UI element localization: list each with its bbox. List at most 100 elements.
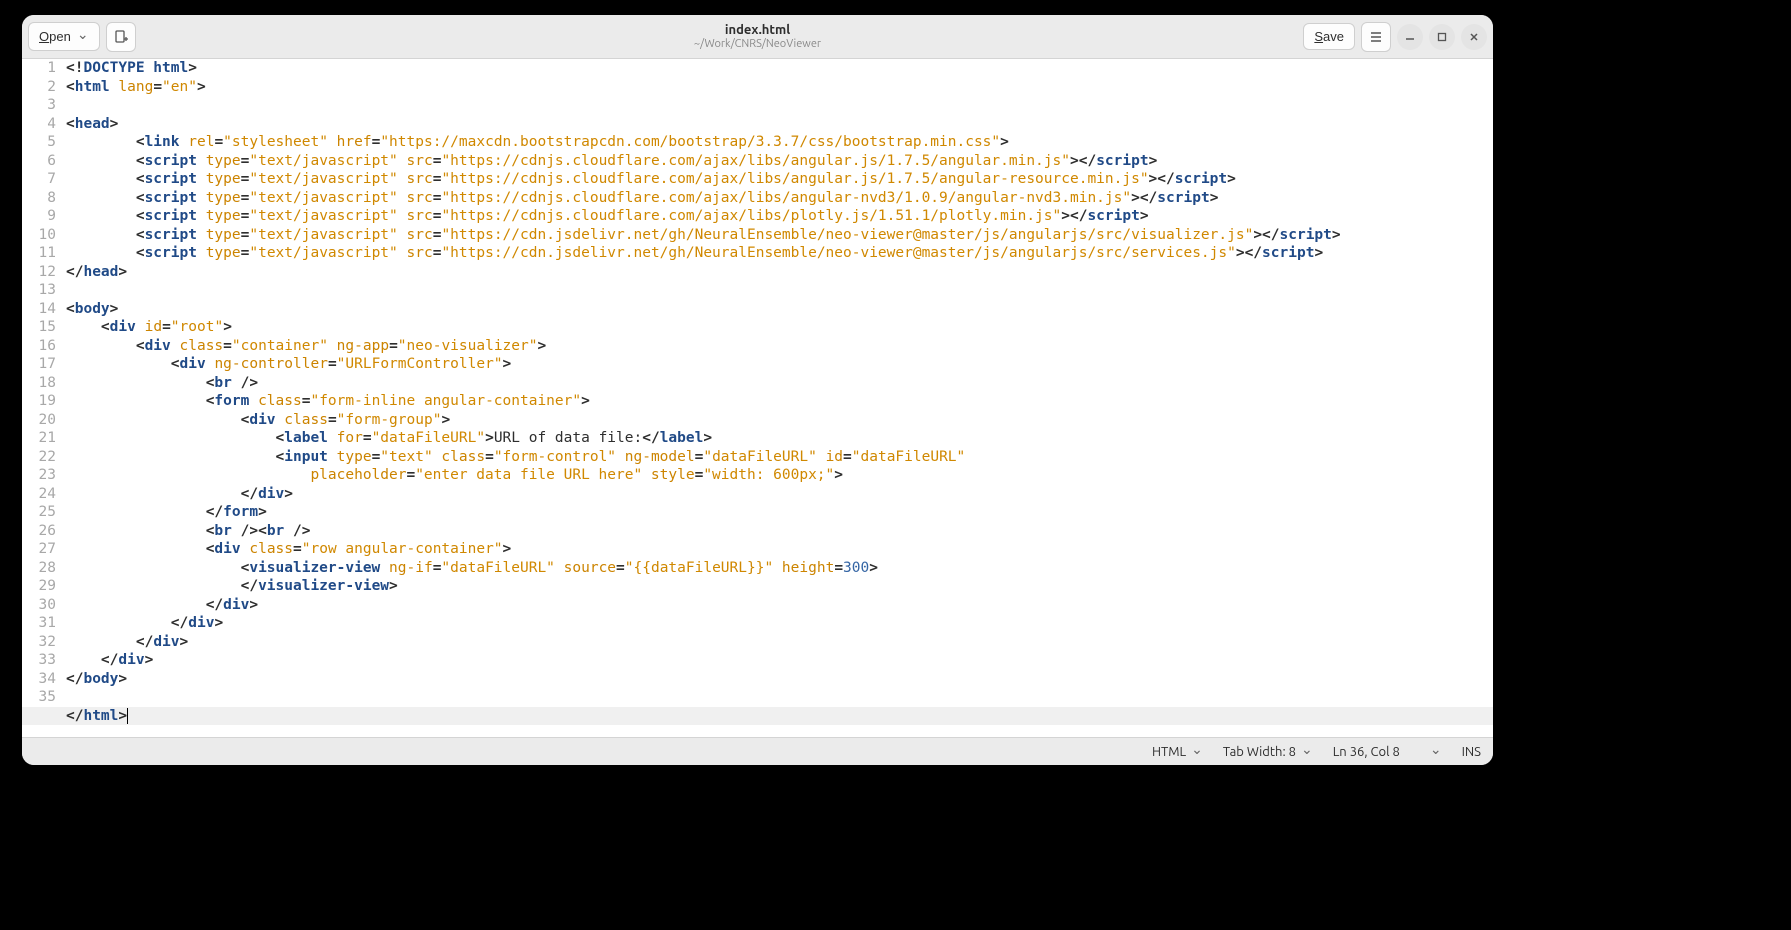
line-number-gutter: 1234567891011121314151617181920212223242…: [22, 59, 62, 725]
code-line[interactable]: </head>: [66, 263, 1493, 282]
code-line[interactable]: <script type="text/javascript" src="http…: [66, 226, 1493, 245]
save-button[interactable]: Save: [1303, 23, 1355, 50]
line-number: 34: [22, 670, 56, 689]
line-number: 16: [22, 337, 56, 356]
code-line[interactable]: <html lang="en">: [66, 78, 1493, 97]
code-line[interactable]: [66, 96, 1493, 115]
statusbar: HTML Tab Width: 8 Ln 36, Col 8 INS: [22, 737, 1493, 765]
line-number: 19: [22, 392, 56, 411]
line-number: 27: [22, 540, 56, 559]
line-number: 17: [22, 355, 56, 374]
code-line[interactable]: </html>: [22, 707, 1493, 726]
title-area: index.html ~/Work/CNRS/NeoViewer: [694, 23, 821, 49]
line-number: 31: [22, 614, 56, 633]
line-number: 2: [22, 78, 56, 97]
line-number: 10: [22, 226, 56, 245]
code-line[interactable]: <div class="row angular-container">: [66, 540, 1493, 559]
code-line[interactable]: <br /><br />: [66, 522, 1493, 541]
close-button[interactable]: [1461, 24, 1487, 50]
document-path: ~/Work/CNRS/NeoViewer: [694, 38, 821, 50]
code-line[interactable]: </visualizer-view>: [66, 577, 1493, 596]
line-number: 24: [22, 485, 56, 504]
line-number: 3: [22, 96, 56, 115]
text-cursor: [127, 708, 128, 724]
line-number: 11: [22, 244, 56, 263]
open-button[interactable]: Open: [28, 22, 100, 51]
code-line[interactable]: <!DOCTYPE html>: [66, 59, 1493, 78]
code-line[interactable]: <head>: [66, 115, 1493, 134]
code-line[interactable]: [66, 281, 1493, 300]
code-line[interactable]: </form>: [66, 503, 1493, 522]
line-number: 15: [22, 318, 56, 337]
insert-mode[interactable]: INS: [1462, 745, 1481, 759]
line-number: 6: [22, 152, 56, 171]
line-number: 22: [22, 448, 56, 467]
code-line[interactable]: <link rel="stylesheet" href="https://max…: [66, 133, 1493, 152]
code-line[interactable]: <label for="dataFileURL">URL of data fil…: [66, 429, 1493, 448]
code-line[interactable]: </div>: [66, 614, 1493, 633]
line-number: 1: [22, 59, 56, 78]
code-line[interactable]: <script type="text/javascript" src="http…: [66, 189, 1493, 208]
line-number: 4: [22, 115, 56, 134]
line-number: 32: [22, 633, 56, 652]
code-line[interactable]: <input type="text" class="form-control" …: [66, 448, 1493, 467]
code-line[interactable]: </div>: [66, 651, 1493, 670]
line-number: 28: [22, 559, 56, 578]
chevron-down-icon: [1430, 743, 1442, 760]
line-number: 26: [22, 522, 56, 541]
code-line[interactable]: <body>: [66, 300, 1493, 319]
editor-area[interactable]: 1234567891011121314151617181920212223242…: [22, 59, 1493, 737]
code-line[interactable]: <script type="text/javascript" src="http…: [66, 244, 1493, 263]
minimize-icon: [1405, 32, 1415, 42]
line-number: 29: [22, 577, 56, 596]
document-title: index.html: [694, 23, 821, 37]
code-line[interactable]: <br />: [66, 374, 1493, 393]
line-number: 25: [22, 503, 56, 522]
code-line[interactable]: </div>: [66, 633, 1493, 652]
code-line[interactable]: <visualizer-view ng-if="dataFileURL" sou…: [66, 559, 1493, 578]
editor-window: Open index.html ~/Work/CNRS/NeoViewer Sa…: [22, 15, 1493, 765]
code-line[interactable]: <div id="root">: [66, 318, 1493, 337]
hamburger-menu-button[interactable]: [1361, 22, 1391, 52]
code-line[interactable]: </div>: [66, 485, 1493, 504]
code-line[interactable]: <div ng-controller="URLFormController">: [66, 355, 1493, 374]
code-line[interactable]: placeholder="enter data file URL here" s…: [66, 466, 1493, 485]
line-number: 20: [22, 411, 56, 430]
line-number: 5: [22, 133, 56, 152]
new-document-icon: [113, 29, 129, 45]
code-line[interactable]: <div class="form-group">: [66, 411, 1493, 430]
line-number: 18: [22, 374, 56, 393]
cursor-position[interactable]: Ln 36, Col 8: [1333, 743, 1442, 760]
line-number: 14: [22, 300, 56, 319]
code-line[interactable]: [66, 688, 1493, 707]
code-line[interactable]: <div class="container" ng-app="neo-visua…: [66, 337, 1493, 356]
maximize-icon: [1437, 32, 1447, 42]
line-number: 8: [22, 189, 56, 208]
new-tab-button[interactable]: [106, 22, 136, 52]
code-line[interactable]: </body>: [66, 670, 1493, 689]
code-line[interactable]: </div>: [66, 596, 1493, 615]
line-number: 33: [22, 651, 56, 670]
tab-width-selector[interactable]: Tab Width: 8: [1223, 743, 1313, 760]
line-number: 23: [22, 466, 56, 485]
maximize-button[interactable]: [1429, 24, 1455, 50]
line-number: 30: [22, 596, 56, 615]
code-line[interactable]: <script type="text/javascript" src="http…: [66, 207, 1493, 226]
code-line[interactable]: <script type="text/javascript" src="http…: [66, 152, 1493, 171]
line-number: 21: [22, 429, 56, 448]
minimize-button[interactable]: [1397, 24, 1423, 50]
code-line[interactable]: <script type="text/javascript" src="http…: [66, 170, 1493, 189]
close-icon: [1469, 32, 1479, 42]
line-number: 13: [22, 281, 56, 300]
hamburger-icon: [1369, 30, 1383, 44]
chevron-down-icon: [77, 28, 89, 45]
chevron-down-icon: [1191, 743, 1203, 760]
line-number: 12: [22, 263, 56, 282]
language-selector[interactable]: HTML: [1152, 743, 1203, 760]
code-content[interactable]: <!DOCTYPE html><html lang="en"> <head> <l…: [66, 59, 1493, 725]
titlebar: Open index.html ~/Work/CNRS/NeoViewer Sa…: [22, 15, 1493, 59]
line-number: 7: [22, 170, 56, 189]
line-number: 9: [22, 207, 56, 226]
code-line[interactable]: <form class="form-inline angular-contain…: [66, 392, 1493, 411]
line-number: 35: [22, 688, 56, 707]
